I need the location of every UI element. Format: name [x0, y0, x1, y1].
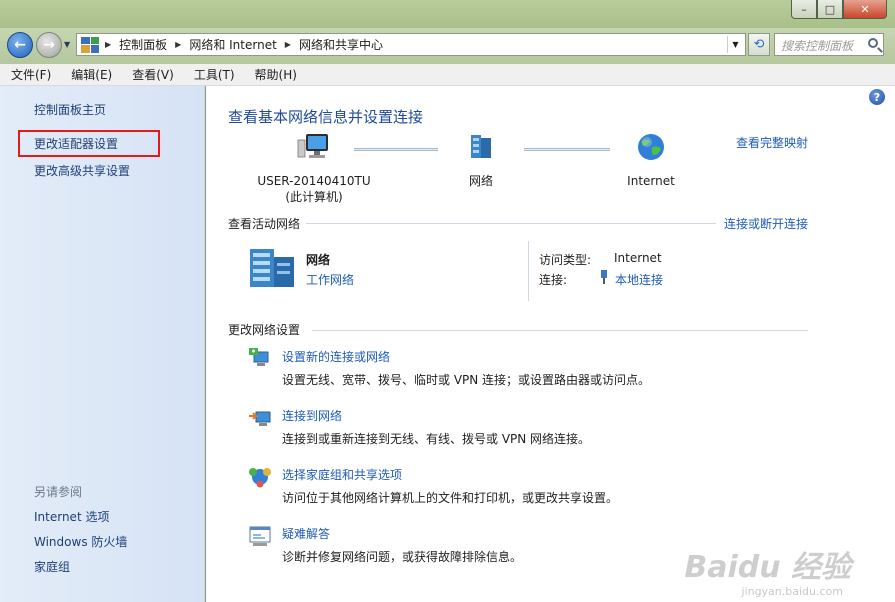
address-row: ← → ▼ ▶ 控制面板 ▶ 网络和 Internet ▶ 网络和共享中心 ▼ … [0, 28, 895, 64]
internet-node-label: Internet [627, 174, 675, 188]
homegroup-icon [249, 468, 271, 488]
breadcrumb-control-panel[interactable]: 控制面板 [117, 36, 169, 53]
sidebar-item-internet-options[interactable]: Internet 选项 [34, 508, 109, 525]
left-navigation-pane: 控制面板主页 更改适配器设置 更改高级共享设置 另请参阅 Internet 选项… [0, 86, 205, 602]
chevron-right-icon[interactable]: ▶ [285, 40, 291, 49]
new-connection-icon [249, 348, 269, 366]
task-troubleshoot-link[interactable]: 疑难解答 [282, 525, 330, 542]
sidebar-item-homegroup[interactable]: 家庭组 [34, 558, 70, 575]
control-panel-icon [81, 36, 99, 53]
task-setup-connection-link[interactable]: 设置新的连接或网络 [282, 348, 390, 365]
sidebar-item-change-adapter-settings[interactable]: 更改适配器设置 [18, 130, 161, 157]
computer-name-line1: USER-20140410TU [257, 174, 371, 188]
minimize-button[interactable]: – [791, 0, 817, 19]
menu-view[interactable]: 查看(V) [129, 64, 177, 85]
computer-icon [297, 134, 328, 158]
chevron-right-icon[interactable]: ▶ [105, 40, 111, 49]
change-settings-heading: 更改网络设置 [228, 323, 301, 337]
arrow-right-icon: → [43, 37, 55, 53]
maximize-button[interactable]: □ [817, 0, 843, 19]
task-connect-network-desc: 连接到或重新连接到无线、有线、拨号或 VPN 网络连接。 [282, 432, 591, 446]
network-icon [471, 135, 491, 158]
computer-name: USER-20140410TU (此计算机) [254, 173, 374, 205]
task-homegroup-desc: 访问位于其他网络计算机上的文件和打印机，或更改共享设置。 [282, 491, 619, 505]
baidu-watermark-url: jingyan.baidu.com [741, 585, 843, 598]
task-troubleshoot-desc: 诊断并修复网络问题，或获得故障排除信息。 [282, 550, 523, 564]
connection-line [354, 148, 438, 151]
chevron-right-icon[interactable]: ▶ [175, 40, 181, 49]
menu-edit[interactable]: 编辑(E) [68, 64, 115, 85]
computer-name-line2: (此计算机) [285, 190, 343, 204]
menu-tools[interactable]: 工具(T) [191, 64, 238, 85]
page-title: 查看基本网络信息并设置连接 [228, 108, 424, 126]
computer-node[interactable]: USER-20140410TU (此计算机) [254, 132, 374, 205]
breadcrumb-network-sharing-center[interactable]: 网络和共享中心 [297, 36, 385, 53]
network-type-link[interactable]: 工作网络 [306, 271, 354, 288]
address-bar[interactable]: ▶ 控制面板 ▶ 网络和 Internet ▶ 网络和共享中心 ▼ [76, 33, 746, 56]
forward-button[interactable]: → [36, 32, 62, 58]
network-node-label: 网络 [468, 174, 493, 188]
section-divider [312, 330, 808, 331]
sidebar-item-advanced-sharing[interactable]: 更改高级共享设置 [34, 162, 130, 179]
section-divider [306, 223, 716, 224]
task-setup-connection-desc: 设置无线、宽带、拨号、临时或 VPN 连接；或设置路由器或访问点。 [282, 373, 651, 387]
search-icon [868, 38, 878, 48]
access-type-value: Internet [614, 251, 662, 265]
task-connect-network-link[interactable]: 连接到网络 [282, 407, 342, 424]
menu-bar: 文件(F) 编辑(E) 查看(V) 工具(T) 帮助(H) [0, 64, 895, 86]
search-placeholder: 搜索控制面板 [781, 39, 854, 53]
access-type-label: 访问类型: [539, 253, 592, 267]
title-bar: – □ ✕ [0, 0, 895, 28]
sidebar-item-windows-firewall[interactable]: Windows 防火墙 [34, 533, 127, 550]
see-also-heading: 另请参阅 [34, 485, 83, 499]
view-full-map-link[interactable]: 查看完整映射 [736, 134, 808, 151]
network-name: 网络 [306, 253, 331, 267]
recent-pages-dropdown[interactable]: ▼ [64, 40, 70, 49]
refresh-icon: ⟲ [753, 37, 765, 52]
sidebar-item-control-panel-home[interactable]: 控制面板主页 [34, 101, 106, 118]
internet-node[interactable]: Internet [616, 132, 686, 189]
help-icon[interactable]: ? [869, 89, 885, 105]
search-input[interactable]: 搜索控制面板 [774, 33, 884, 56]
vertical-divider [528, 241, 529, 301]
local-connection-link[interactable]: 本地连接 [615, 271, 663, 288]
connect-disconnect-link[interactable]: 连接或断开连接 [724, 215, 808, 232]
breadcrumb-network-internet[interactable]: 网络和 Internet [187, 36, 278, 53]
close-button[interactable]: ✕ [843, 0, 887, 19]
main-content: ? 查看基本网络信息并设置连接 查看完整映射 USER-20140410TU (… [206, 86, 895, 602]
globe-icon [638, 134, 664, 160]
chevron-down-icon[interactable]: ▼ [727, 36, 743, 53]
network-building-icon [250, 249, 294, 287]
menu-file[interactable]: 文件(F) [8, 64, 54, 85]
arrow-left-icon: ← [14, 37, 26, 53]
baidu-watermark-logo: Baidu 经验 [684, 550, 851, 585]
menu-help[interactable]: 帮助(H) [252, 64, 300, 85]
connection-label: 连接: [539, 273, 568, 287]
task-homegroup-link[interactable]: 选择家庭组和共享选项 [282, 466, 402, 483]
ethernet-icon [601, 270, 607, 284]
network-node[interactable]: 网络 [446, 132, 516, 189]
back-button[interactable]: ← [7, 32, 33, 58]
refresh-button[interactable]: ⟲ [748, 33, 770, 56]
window-controls: – □ ✕ [791, 0, 887, 19]
connect-network-icon [249, 411, 271, 426]
troubleshoot-icon [249, 526, 271, 546]
active-networks-heading: 查看活动网络 [228, 217, 301, 231]
connection-line [524, 148, 610, 151]
